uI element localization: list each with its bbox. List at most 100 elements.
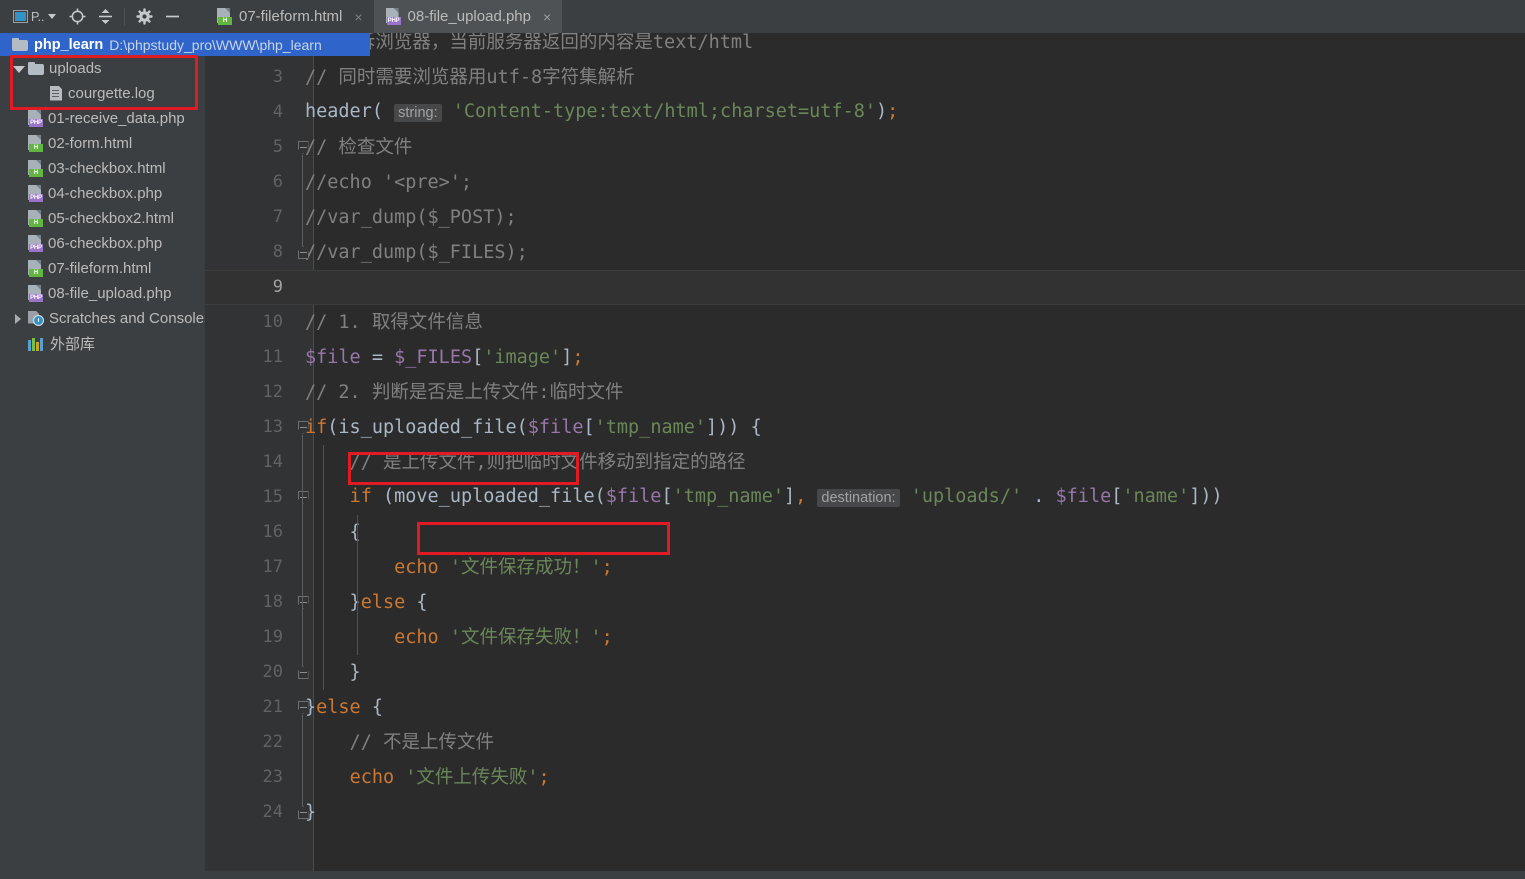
tree-item-label: 01-receive_data.php bbox=[48, 110, 185, 127]
php-file-icon: PHP bbox=[28, 110, 43, 127]
code-token: )) bbox=[1200, 486, 1223, 507]
ide-window: P.. H 07-fileform.html × PHP 08-file_upl… bbox=[0, 0, 1525, 879]
minimize-icon bbox=[165, 15, 179, 18]
code-token: { bbox=[360, 697, 383, 718]
code-line[interactable]: 23 echo '文件上传失败'; bbox=[205, 760, 1525, 795]
code-line[interactable]: 13 if(is_uploaded_file($file['tmp_name'])… bbox=[205, 410, 1525, 445]
code-line[interactable]: 10 // 1. 取得文件信息 bbox=[205, 305, 1525, 340]
tree-item-php[interactable]: PHP 04-checkbox.php bbox=[0, 181, 205, 206]
locate-target-button[interactable] bbox=[64, 4, 90, 30]
tree-item-html[interactable]: H 03-checkbox.html bbox=[0, 156, 205, 181]
code-line[interactable]: 4 header( string: 'Content-type:text/html… bbox=[205, 95, 1525, 130]
project-window-icon bbox=[12, 10, 28, 23]
code-line[interactable]: 18 }else { bbox=[205, 585, 1525, 620]
tab-close-icon[interactable]: × bbox=[543, 10, 551, 24]
code-token: [ bbox=[583, 417, 595, 438]
fold-region-start-icon[interactable] bbox=[293, 690, 313, 725]
code-token: ; bbox=[538, 767, 550, 788]
fold-region-end-icon[interactable] bbox=[293, 235, 313, 270]
tree-item-html[interactable]: H 05-checkbox2.html bbox=[0, 206, 205, 231]
tree-item-label: courgette.log bbox=[68, 85, 155, 102]
editor-tab[interactable]: PHP 08-file_upload.php × bbox=[373, 0, 563, 33]
tree-item-label: 02-form.html bbox=[48, 135, 133, 152]
code-line[interactable]: 11 $file = $_FILES['image']; bbox=[205, 340, 1525, 375]
chevron-right-icon[interactable] bbox=[12, 312, 25, 325]
line-number: 4 bbox=[272, 102, 283, 122]
project-root-row[interactable]: php_learn D:\phpstudy_pro\WWW\php_learn bbox=[0, 33, 370, 56]
tree-item-php[interactable]: PHP 01-receive_data.php bbox=[0, 106, 205, 131]
code-line-text: }else { bbox=[305, 690, 383, 725]
code-line[interactable]: 21 }else { bbox=[205, 690, 1525, 725]
code-line[interactable]: 2// 告诉浏览器，当前服务器返回的内容是text/html bbox=[205, 33, 1525, 60]
code-line[interactable]: 15 if (move_uploaded_file($file['tmp_nam… bbox=[205, 480, 1525, 515]
code-line[interactable]: 7 //var_dump($_POST); bbox=[205, 200, 1525, 235]
line-number: 9 bbox=[272, 277, 283, 297]
tab-close-icon[interactable]: × bbox=[354, 10, 362, 24]
fold-region-end-icon[interactable] bbox=[293, 795, 313, 830]
code-token: ; bbox=[601, 627, 613, 648]
code-line[interactable]: 12 // 2. 判断是否是上传文件:临时文件 bbox=[205, 375, 1525, 410]
code-token: ; bbox=[601, 557, 613, 578]
code-editor[interactable]: 2// 告诉浏览器，当前服务器返回的内容是text/html 3 // 同时需要浏览… bbox=[205, 33, 1525, 879]
code-line[interactable]: 20 } bbox=[205, 655, 1525, 690]
code-line[interactable]: 8 //var_dump($_FILES); bbox=[205, 235, 1525, 270]
tree-item-html[interactable]: H 02-form.html bbox=[0, 131, 205, 156]
tree-item-label: 外部库 bbox=[50, 336, 96, 353]
line-number: 21 bbox=[262, 697, 283, 717]
code-line[interactable]: 5 // 检查文件 bbox=[205, 130, 1525, 165]
code-line[interactable]: 19 echo '文件保存失败！'; bbox=[205, 620, 1525, 655]
code-token: [ bbox=[472, 347, 484, 368]
line-number: 11 bbox=[262, 347, 283, 367]
tree-item-html[interactable]: H 07-fileform.html bbox=[0, 256, 205, 281]
fold-region-start-icon[interactable] bbox=[293, 410, 313, 445]
code-token: echo bbox=[394, 627, 439, 648]
code-content[interactable]: 2// 告诉浏览器，当前服务器返回的内容是text/html 3 // 同时需要浏览… bbox=[205, 33, 1525, 879]
fold-region-start-icon[interactable] bbox=[293, 585, 313, 620]
project-tool-window: uploads courgette.log PHP 01-receive_data.p… bbox=[0, 33, 205, 879]
fold-region-start-icon[interactable] bbox=[293, 130, 313, 165]
code-line-text: // 检查文件 bbox=[305, 130, 412, 165]
code-line[interactable]: 22 // 不是上传文件 bbox=[205, 725, 1525, 760]
tree-item-scratch[interactable]: Scratches and Consoles bbox=[0, 306, 205, 331]
chevron-down-icon bbox=[48, 14, 57, 19]
code-line[interactable]: 14 // 是上传文件,则把临时文件移动到指定的路径 bbox=[205, 445, 1525, 480]
code-token: 告诉浏览器，当前服务器返回的内容是text/html bbox=[338, 33, 754, 53]
code-token: } bbox=[305, 592, 361, 613]
code-line[interactable]: 16 { bbox=[205, 515, 1525, 550]
fold-region-line bbox=[302, 505, 303, 596]
tree-item-log[interactable]: courgette.log bbox=[0, 81, 205, 106]
code-token: 不是上传文件 bbox=[382, 732, 494, 753]
collapse-all-button[interactable] bbox=[92, 4, 118, 30]
line-number: 24 bbox=[262, 802, 283, 822]
code-line[interactable]: 24} bbox=[205, 795, 1525, 830]
settings-button[interactable] bbox=[131, 4, 157, 30]
fold-region-line bbox=[302, 715, 303, 806]
hide-panel-button[interactable] bbox=[159, 4, 185, 30]
code-token: $file bbox=[605, 486, 662, 507]
project-view-selector[interactable]: P.. bbox=[8, 4, 62, 30]
tree-item-php[interactable]: PHP 06-checkbox.php bbox=[0, 231, 205, 256]
tree-item-library[interactable]: 外部库 bbox=[0, 331, 205, 356]
html-file-icon: H bbox=[28, 135, 43, 152]
collapse-all-icon bbox=[98, 9, 112, 24]
code-token: 是上传文件,则把临时文件移动到指定的路径 bbox=[382, 452, 746, 473]
tree-item-php[interactable]: PHP 08-file_upload.php bbox=[0, 281, 205, 306]
fold-region-end-icon[interactable] bbox=[293, 655, 313, 690]
line-number: 18 bbox=[262, 592, 283, 612]
tree-item-folder[interactable]: uploads bbox=[0, 56, 205, 81]
code-line[interactable]: 6 //echo '<pre>'; bbox=[205, 165, 1525, 200]
fold-region-start-icon[interactable] bbox=[293, 480, 313, 515]
code-line[interactable]: 9 bbox=[205, 270, 1525, 305]
code-line[interactable]: 3 // 同时需要浏览器用utf-8字符集解析 bbox=[205, 60, 1525, 95]
editor-tab[interactable]: H 07-fileform.html × bbox=[205, 0, 374, 33]
code-token: ( bbox=[594, 486, 606, 507]
code-line-text: //var_dump($_FILES); bbox=[305, 235, 528, 270]
code-line[interactable]: 17 echo '文件保存成功！'; bbox=[205, 550, 1525, 585]
chevron-down-icon[interactable] bbox=[12, 62, 25, 75]
